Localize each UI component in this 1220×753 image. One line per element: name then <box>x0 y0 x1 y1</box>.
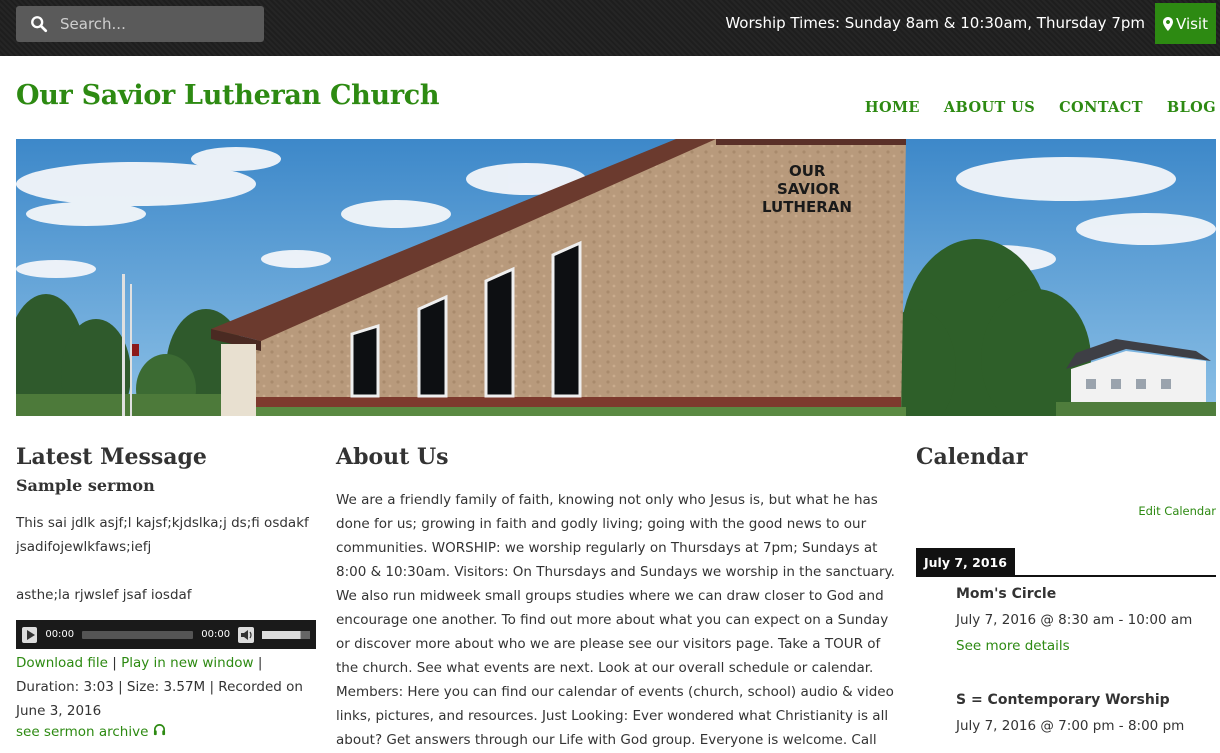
sermon-archive-link[interactable]: see sermon archive <box>16 723 316 740</box>
latest-message-heading: Latest Message <box>16 444 207 470</box>
visit-button[interactable]: Visit <box>1155 3 1216 44</box>
calendar-section: Calendar Edit Calendar July 7, 2016 Mom'… <box>916 444 1216 734</box>
about-us-section: About Us We are a friendly family of fai… <box>336 444 898 753</box>
site-title[interactable]: Our Savior Lutheran Church <box>16 80 440 111</box>
latest-message-section: Latest Message Sample sermon This sai jd… <box>16 444 316 740</box>
event-title[interactable]: Mom's Circle <box>956 586 1192 602</box>
event-title[interactable]: S = Contemporary Worship <box>956 692 1184 708</box>
svg-text:SAVIOR: SAVIOR <box>777 180 840 198</box>
about-us-text: We are a friendly family of faith, knowi… <box>336 492 895 748</box>
nav-about-us[interactable]: ABOUT US <box>944 99 1035 116</box>
sermon-description: This sai jdlk asjf;l kajsf;kjdslka;j ds;… <box>16 515 309 555</box>
worship-times: Worship Times: Sunday 8am & 10:30am, Thu… <box>725 14 1145 32</box>
sermon-title[interactable]: Sample sermon <box>16 476 316 495</box>
event-time: July 7, 2016 @ 8:30 am - 10:00 am <box>956 612 1193 628</box>
volume-slider[interactable] <box>262 630 310 639</box>
hero-image: OUR SAVIOR LUTHERAN <box>16 139 1216 416</box>
volume-icon[interactable] <box>238 626 255 643</box>
calendar-date-badge: July 7, 2016 <box>916 548 1015 577</box>
sermon-details: Duration: 3:03 | Size: 3.57M | Recorded … <box>16 679 303 719</box>
play-icon[interactable] <box>22 626 38 643</box>
calendar-heading: Calendar <box>916 444 1028 470</box>
sermon-description-2: asthe;la rjwslef jsaf iosdaf <box>16 587 192 603</box>
progress-bar[interactable] <box>82 630 194 639</box>
nav-blog[interactable]: BLOG <box>1167 99 1216 116</box>
svg-text:LUTHERAN: LUTHERAN <box>762 198 852 216</box>
download-file-link[interactable]: Download file <box>16 655 108 671</box>
nav-contact[interactable]: CONTACT <box>1059 99 1143 116</box>
search-box[interactable] <box>16 6 264 42</box>
map-marker-icon <box>1163 16 1174 31</box>
audio-player: 00:00 00:00 <box>16 620 316 649</box>
play-new-window-link[interactable]: Play in new window <box>121 655 253 671</box>
search-input[interactable] <box>60 15 240 33</box>
headphones-icon <box>153 724 165 736</box>
nav-home[interactable]: HOME <box>865 99 920 116</box>
edit-calendar-link[interactable]: Edit Calendar <box>1138 504 1216 518</box>
visit-label: Visit <box>1176 14 1208 33</box>
sermon-links: Download file | Play in new window | Dur… <box>16 655 303 719</box>
svg-text:OUR: OUR <box>789 162 826 180</box>
main-nav: HOME ABOUT US CONTACT BLOG <box>865 99 1216 116</box>
calendar-event: S = Contemporary Worship July 7, 2016 @ … <box>956 692 1184 734</box>
current-time: 00:00 <box>45 629 75 640</box>
duration-time: 00:00 <box>201 629 231 640</box>
event-time: July 7, 2016 @ 7:00 pm - 8:00 pm <box>956 718 1185 734</box>
calendar-date-row: July 7, 2016 <box>916 548 1216 577</box>
top-bar: Worship Times: Sunday 8am & 10:30am, Thu… <box>0 0 1220 56</box>
search-icon <box>31 16 48 33</box>
about-us-heading: About Us <box>336 444 449 470</box>
see-more-details-link[interactable]: See more details <box>956 638 1192 654</box>
calendar-event: Mom's Circle July 7, 2016 @ 8:30 am - 10… <box>956 586 1192 654</box>
